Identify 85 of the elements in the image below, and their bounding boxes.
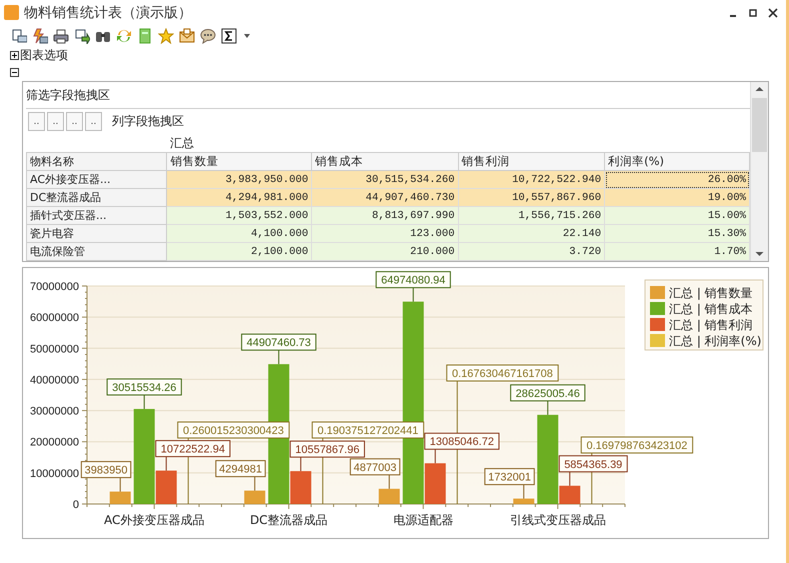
value-label: 30515534.26 [106, 378, 182, 410]
table-cell: 1,503,552.000 [166, 206, 312, 224]
refresh-icon[interactable] [116, 28, 132, 44]
table-cell: 4,100.000 [166, 224, 312, 242]
field-button[interactable]: .. [66, 112, 83, 132]
legend-label: 汇总 | 销售数量 [669, 286, 753, 300]
value-label: 44907460.73 [241, 334, 316, 365]
document-icon[interactable] [137, 28, 153, 44]
column-header[interactable]: 销售利润 [458, 152, 605, 170]
row-label[interactable]: 电流保险管 [26, 242, 167, 260]
export-icon[interactable] [74, 28, 90, 44]
value-label: 1732001 [484, 468, 535, 500]
window-title: 物料销售统计表（演示版） [24, 4, 193, 22]
y-tick-label: 30000000 [30, 406, 79, 418]
star-icon[interactable] [158, 28, 174, 44]
legend-label: 汇总 | 销售成本 [669, 302, 753, 316]
row-label[interactable]: 瓷片电容 [26, 224, 167, 242]
table-cell: 10,557,867.960 [458, 188, 605, 206]
bar [110, 492, 131, 504]
expand-icon[interactable] [10, 51, 19, 60]
table-cell: 123.000 [312, 224, 458, 242]
table-cell: 15.00% [604, 206, 750, 224]
value-label: 13085046.72 [424, 432, 500, 464]
table-cell: 4,294,981.000 [166, 188, 312, 206]
restore-icon[interactable] [748, 8, 758, 18]
row-label[interactable]: 插针式变压器... [26, 206, 167, 224]
column-header[interactable]: 利润率(%) [604, 152, 750, 170]
table-cell: 44,907,460.730 [312, 188, 458, 206]
x-tick-label: AC外接变压器成品 [104, 513, 204, 527]
table-cell: 2,100.000 [166, 242, 312, 260]
column-drop-area[interactable]: 列字段拖拽区 [112, 113, 184, 130]
field-button[interactable]: .. [85, 112, 102, 132]
y-tick-label: 40000000 [30, 374, 79, 386]
table-cell: 210.000 [312, 242, 458, 260]
group-header: 汇总 [166, 134, 750, 152]
table-cell: 22.140 [458, 224, 605, 242]
x-tick-label: DC整流器成品 [250, 513, 328, 527]
y-tick-label: 10000000 [30, 468, 79, 480]
scrollbar-thumb[interactable] [752, 98, 767, 152]
collapse-icon[interactable] [10, 68, 19, 77]
chart-options-label[interactable]: 图表选项 [20, 47, 68, 64]
row-header[interactable]: 物料名称 [26, 152, 167, 170]
table-cell: 19.00% [604, 188, 750, 206]
table-cell: 30,515,534.260 [312, 170, 458, 188]
y-tick-label: 50000000 [30, 343, 79, 356]
x-tick-label: 引线式变压器成品 [510, 513, 606, 527]
table-cell: 3.720 [458, 242, 605, 260]
comment-icon[interactable] [200, 28, 216, 44]
row-label[interactable]: DC整流器成品 [26, 188, 167, 206]
table-cell: 1.70% [604, 242, 750, 260]
column-header[interactable]: 销售成本 [312, 152, 458, 170]
value-label: 4294981 [215, 460, 266, 492]
printer-icon[interactable] [53, 28, 69, 44]
filter-drop-area[interactable]: 筛选字段拖拽区 [26, 87, 110, 104]
print-preview-icon[interactable] [32, 28, 48, 44]
bar [513, 498, 534, 504]
table-cell: 1,556,715.260 [458, 206, 605, 224]
table-cell: 8,813,697.990 [312, 206, 458, 224]
legend-label: 汇总 | 销售利润 [669, 318, 753, 332]
row-label[interactable]: AC外接变压器... [26, 170, 167, 188]
value-label: 3983950 [80, 461, 132, 492]
y-tick-label: 70000000 [30, 281, 79, 293]
page-setup-icon[interactable] [11, 28, 27, 44]
caret-icon[interactable] [244, 34, 251, 38]
table-cell: 3,983,950.000 [166, 170, 312, 188]
app-icon [4, 5, 19, 20]
legend-label: 汇总 | 利润率(%) [669, 334, 762, 348]
value-label: 5854365.39 [558, 455, 628, 486]
close-icon[interactable] [768, 8, 778, 18]
x-tick-label: 电源适配器 [393, 513, 454, 527]
table-cell: 10,722,522.940 [458, 170, 605, 188]
field-button[interactable]: .. [47, 112, 64, 132]
y-tick-label: 20000000 [30, 436, 79, 449]
y-tick-label: 0 [72, 499, 79, 511]
bar [244, 490, 266, 504]
table-cell: 26.00% [604, 170, 750, 188]
value-label: 64974080.94 [376, 271, 451, 302]
y-tick-label: 60000000 [30, 312, 79, 324]
column-header[interactable]: 销售数量 [166, 152, 312, 170]
sum-icon[interactable] [221, 28, 237, 44]
envelope-icon[interactable] [179, 28, 195, 44]
field-button[interactable]: .. [28, 112, 45, 132]
table-cell: 15.30% [604, 224, 750, 242]
value-label: 4877003 [350, 458, 400, 490]
value-label: 28625005.46 [510, 384, 586, 416]
